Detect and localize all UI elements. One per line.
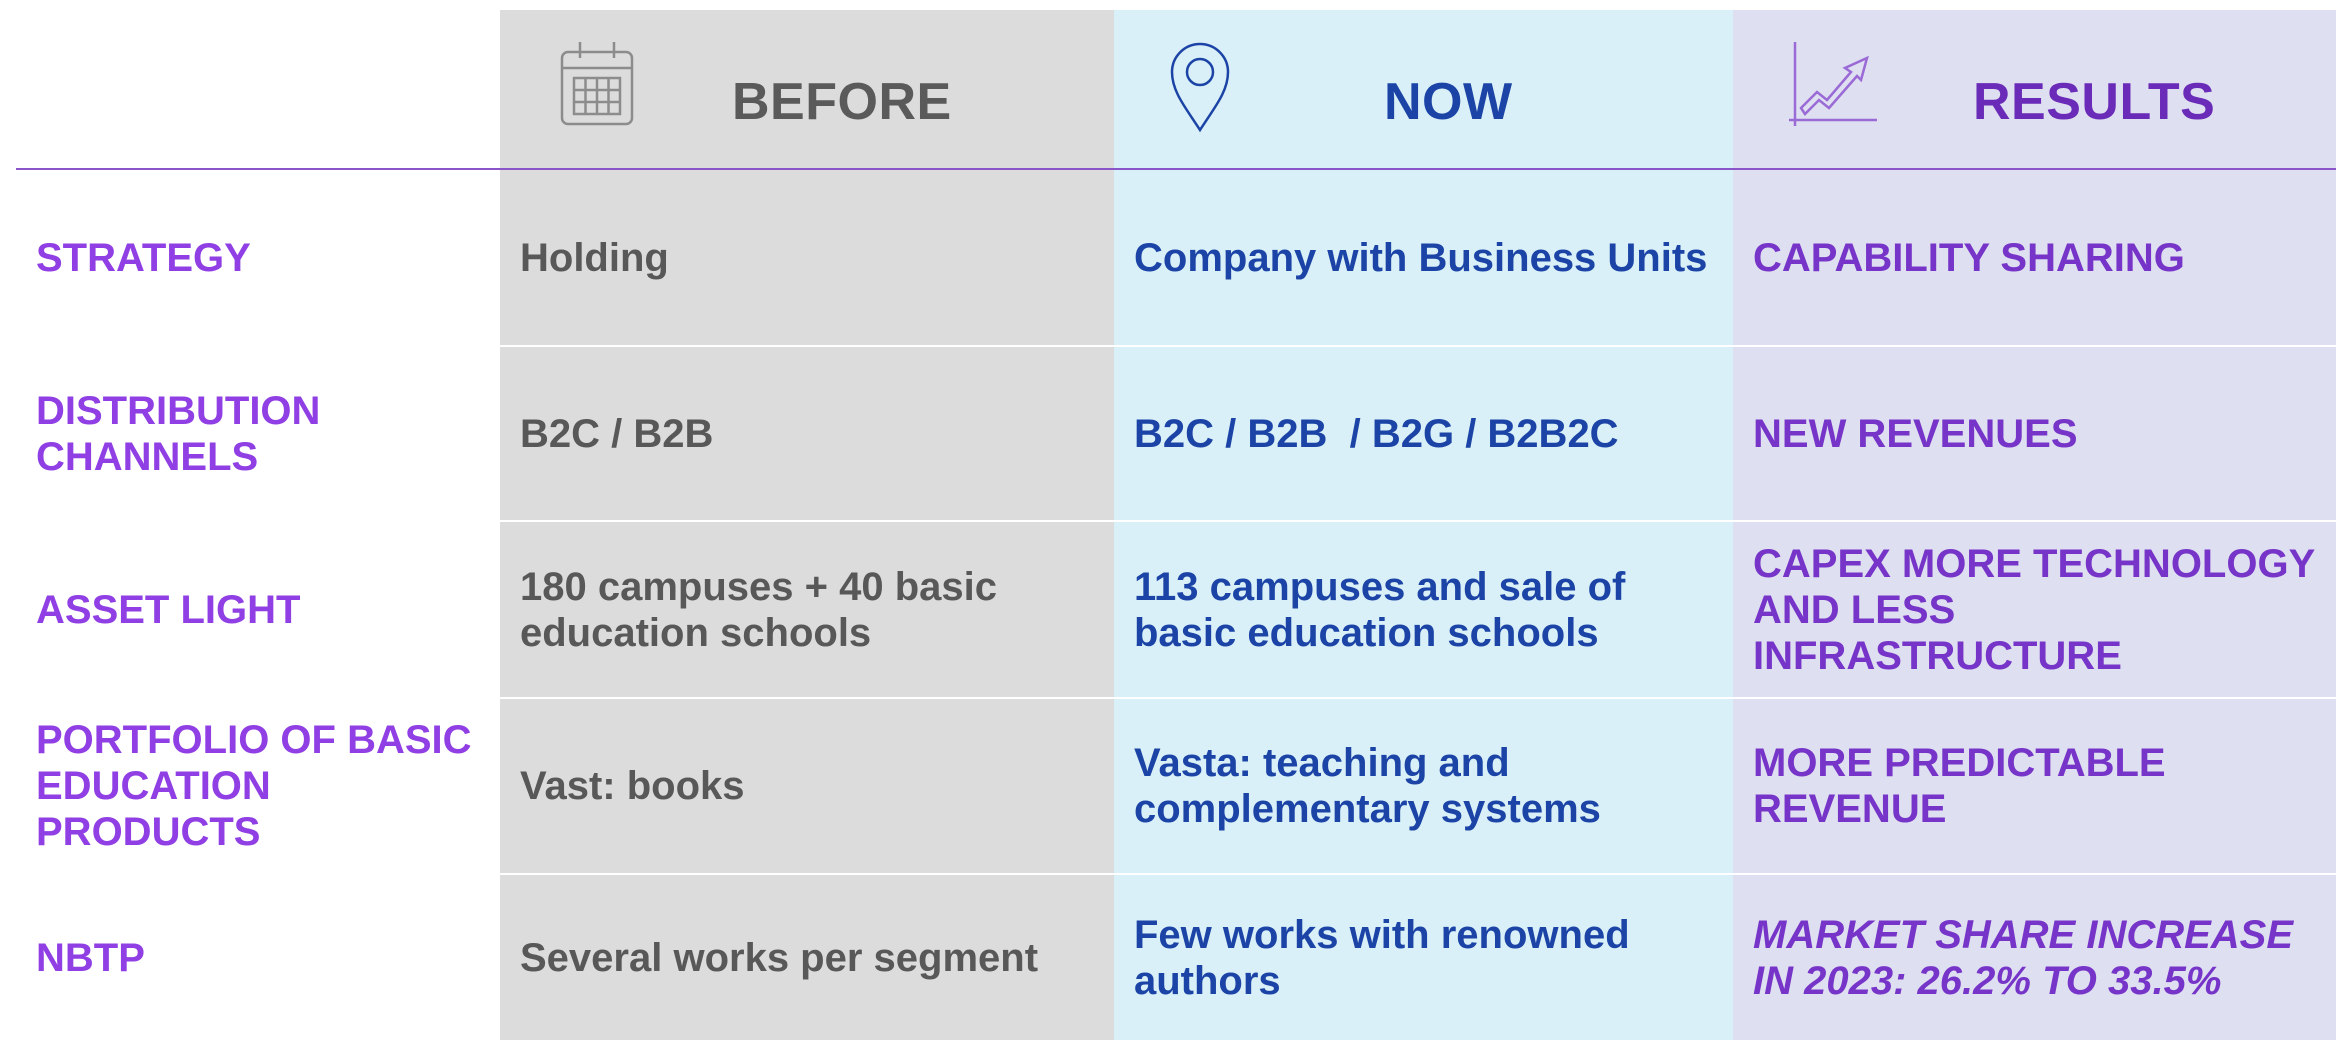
before-cell-nbtp: Several works per segment xyxy=(520,935,1039,980)
results-cell-strategy: CAPABILITY SHARING xyxy=(1753,235,2185,280)
row-label-distribution-channels: DISTRIBUTION CHANNELS xyxy=(36,388,321,479)
row-label-nbtp: NBTP xyxy=(36,935,145,980)
row-label-asset-light: ASSET LIGHT xyxy=(36,587,301,632)
now-cell-nbtp: Few works with renowned authors xyxy=(1134,912,1630,1003)
results-cell-nbtp: MARKET SHARE INCREASE IN 2023: 26.2% TO … xyxy=(1753,912,2294,1003)
now-header: NOW xyxy=(1114,10,1733,170)
results-header: RESULTS xyxy=(1733,10,2336,170)
now-title: NOW xyxy=(1384,73,1513,131)
results-cell-portfolio: MORE PREDICTABLE REVENUE xyxy=(1753,741,2166,831)
before-cell-asset-light: 180 campuses + 40 basic education school… xyxy=(520,564,997,655)
now-cell-strategy: Company with Business Units xyxy=(1134,235,1708,280)
calendar-icon xyxy=(558,38,636,133)
now-cell-portfolio: Vasta: teaching and complementary system… xyxy=(1134,741,1601,831)
results-cell-distribution-channels: NEW REVENUES xyxy=(1753,411,2078,456)
results-title: RESULTS xyxy=(1973,73,2216,131)
now-cell-distribution-channels: B2C / B2B / B2G / B2B2C xyxy=(1134,411,1619,456)
before-header: BEFORE xyxy=(500,10,1114,170)
growth-chart-icon xyxy=(1787,38,1879,139)
before-cell-strategy: Holding xyxy=(520,235,669,280)
row-label-strategy: STRATEGY xyxy=(36,235,251,280)
location-pin-icon xyxy=(1168,38,1232,139)
results-cell-asset-light: CAPEX MORE TECHNOLOGY AND LESS INFRASTRU… xyxy=(1753,541,2315,678)
before-cell-distribution-channels: B2C / B2B xyxy=(520,411,714,456)
before-title: BEFORE xyxy=(732,73,952,131)
before-cell-portfolio: Vast: books xyxy=(520,764,745,808)
now-cell-asset-light: 113 campuses and sale of basic education… xyxy=(1134,564,1626,655)
row-label-portfolio: PORTFOLIO OF BASIC EDUCATION PRODUCTS xyxy=(36,718,472,854)
